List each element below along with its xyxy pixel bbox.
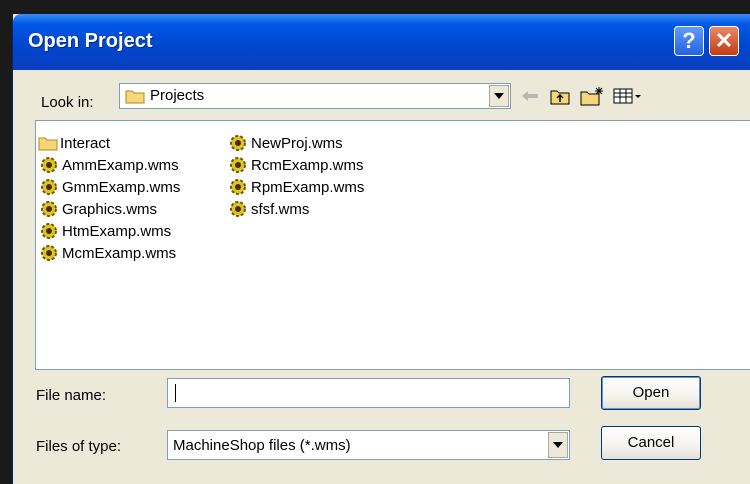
new-folder-icon [580, 87, 603, 106]
back-button[interactable] [518, 84, 542, 108]
files-of-type-dropdown-arrow[interactable] [548, 432, 568, 458]
open-button[interactable]: Open [601, 376, 701, 410]
look-in-dropdown-arrow[interactable] [489, 85, 509, 107]
list-item[interactable]: Graphics.wms [38, 199, 157, 219]
list-item[interactable]: HtmExamp.wms [38, 221, 171, 241]
file-name: HtmExamp.wms [62, 222, 172, 240]
file-name: NewProj.wms [251, 134, 343, 152]
list-item[interactable]: RcmExamp.wms [227, 155, 364, 175]
file-name: Graphics.wms [62, 200, 158, 218]
wms-gear-icon [41, 245, 57, 261]
wms-gear-icon [41, 157, 57, 173]
back-icon [522, 91, 538, 101]
file-name: RcmExamp.wms [251, 156, 364, 174]
title-bar[interactable]: Open Project ? ✕ [13, 14, 750, 70]
list-item[interactable]: Interact [38, 133, 110, 153]
chevron-down-icon [494, 93, 504, 99]
close-button[interactable]: ✕ [709, 26, 739, 56]
folder-icon [38, 137, 58, 151]
look-in-value: Projects [150, 87, 205, 104]
cancel-button[interactable]: Cancel [601, 426, 701, 460]
help-button[interactable]: ? [674, 26, 704, 56]
look-in-dropdown[interactable]: Projects [119, 83, 511, 109]
chevron-down-icon [553, 442, 563, 448]
text-caret [175, 384, 176, 402]
wms-gear-icon [230, 157, 246, 173]
file-name: RpmExamp.wms [251, 178, 365, 196]
view-menu-button[interactable] [611, 84, 645, 108]
file-name: Interact [60, 134, 111, 152]
file-name-field[interactable] [167, 378, 570, 408]
dialog-title: Open Project [28, 30, 153, 52]
list-item[interactable]: sfsf.wms [227, 199, 309, 219]
wms-gear-icon [230, 201, 246, 217]
files-of-type-label: Files of type: [36, 438, 122, 455]
files-of-type-value: MachineShop files (*.wms) [173, 437, 351, 454]
folder-icon [125, 90, 145, 104]
list-item[interactable]: GmmExamp.wms [38, 177, 180, 197]
file-name: GmmExamp.wms [62, 178, 181, 196]
list-item[interactable]: McmExamp.wms [38, 243, 176, 263]
list-item[interactable]: RpmExamp.wms [227, 177, 364, 197]
look-in-label: Look in: [41, 94, 94, 111]
wms-gear-icon [41, 179, 57, 195]
file-name: AmmExamp.wms [62, 156, 179, 174]
view-menu-icon [613, 88, 641, 104]
up-folder-button[interactable] [548, 84, 572, 108]
file-name: sfsf.wms [251, 200, 310, 218]
wms-gear-icon [41, 201, 57, 217]
files-of-type-dropdown[interactable]: MachineShop files (*.wms) [167, 430, 570, 460]
open-project-dialog: Open Project ? ✕ Look in: Projects Inter… [12, 14, 750, 484]
file-name: McmExamp.wms [62, 244, 177, 262]
new-folder-button[interactable] [578, 84, 606, 108]
wms-gear-icon [41, 223, 57, 239]
up-folder-icon [550, 90, 570, 105]
wms-gear-icon [230, 179, 246, 195]
list-item[interactable]: NewProj.wms [227, 133, 343, 153]
list-item[interactable]: AmmExamp.wms [38, 155, 179, 175]
file-name-label: File name: [36, 387, 107, 404]
wms-gear-icon [230, 135, 246, 151]
file-list[interactable]: Interact AmmExamp.wms GmmExamp.wms Graph… [35, 120, 750, 370]
